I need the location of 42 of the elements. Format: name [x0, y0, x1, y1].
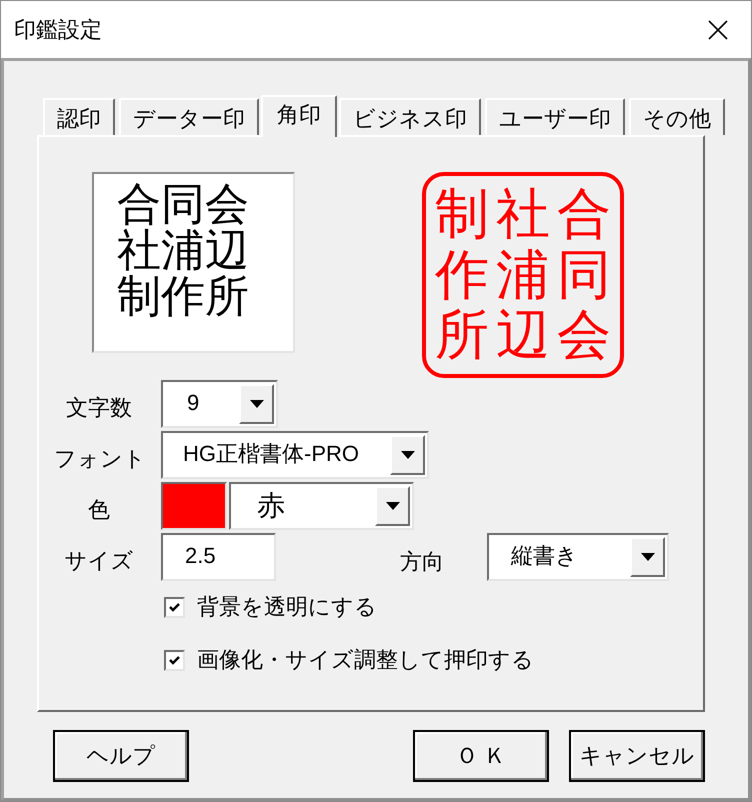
- field-label: フォント: [54, 445, 144, 473]
- count-dropdown[interactable]: 9: [161, 380, 278, 428]
- caret-down-icon: [386, 502, 400, 510]
- dialog-button[interactable]: キャンセル: [569, 730, 705, 782]
- check-icon: [169, 656, 180, 664]
- size-input[interactable]: 2.5: [161, 533, 276, 581]
- seal-text: 制作所: [435, 184, 489, 366]
- close-icon: [708, 20, 728, 40]
- dropdown-arrow-button[interactable]: [630, 537, 665, 577]
- dialog-button[interactable]: ヘルプ: [53, 730, 189, 782]
- preview-text: 社浦辺: [117, 228, 249, 274]
- dropdown-arrow-button[interactable]: [390, 435, 425, 475]
- caret-down-icon: [250, 400, 264, 408]
- seal-text: 合同会: [557, 184, 611, 366]
- field-label: 方向: [400, 548, 444, 576]
- tab[interactable]: ビジネス印: [339, 98, 481, 135]
- checkbox[interactable]: [164, 650, 185, 670]
- checkbox[interactable]: [164, 596, 185, 618]
- color-swatch[interactable]: [161, 482, 227, 530]
- dropdown-arrow-button[interactable]: [239, 384, 274, 424]
- tab[interactable]: 角印: [261, 95, 337, 137]
- checkbox-label[interactable]: 画像化・サイズ調整して押印する: [197, 645, 534, 675]
- checkbox-label[interactable]: 背景を透明にする: [197, 592, 377, 622]
- tab[interactable]: ユーザー印: [485, 98, 625, 135]
- dropdown-arrow-button[interactable]: [375, 486, 410, 526]
- field-label: 色: [87, 496, 111, 524]
- tab[interactable]: その他: [629, 98, 725, 135]
- font-dropdown[interactable]: HG正楷書体-PRO: [161, 431, 429, 479]
- check-icon: [169, 602, 180, 612]
- color-dropdown[interactable]: 赤: [229, 482, 414, 530]
- caret-down-icon: [400, 451, 414, 459]
- field-label: サイズ: [64, 547, 134, 575]
- direction-dropdown[interactable]: 縦書き: [487, 533, 669, 581]
- seal-text: 社浦辺: [496, 184, 550, 366]
- preview-text: 制作所: [117, 274, 249, 320]
- caret-down-icon: [640, 553, 654, 561]
- window-title: 印鑑設定: [14, 16, 102, 44]
- tab[interactable]: 認印: [43, 98, 115, 135]
- tab[interactable]: データー印: [119, 98, 259, 135]
- preview-text: 合同会: [117, 182, 249, 228]
- field-label: 文字数: [65, 394, 133, 422]
- dialog-button[interactable]: Ｏ Ｋ: [413, 730, 549, 782]
